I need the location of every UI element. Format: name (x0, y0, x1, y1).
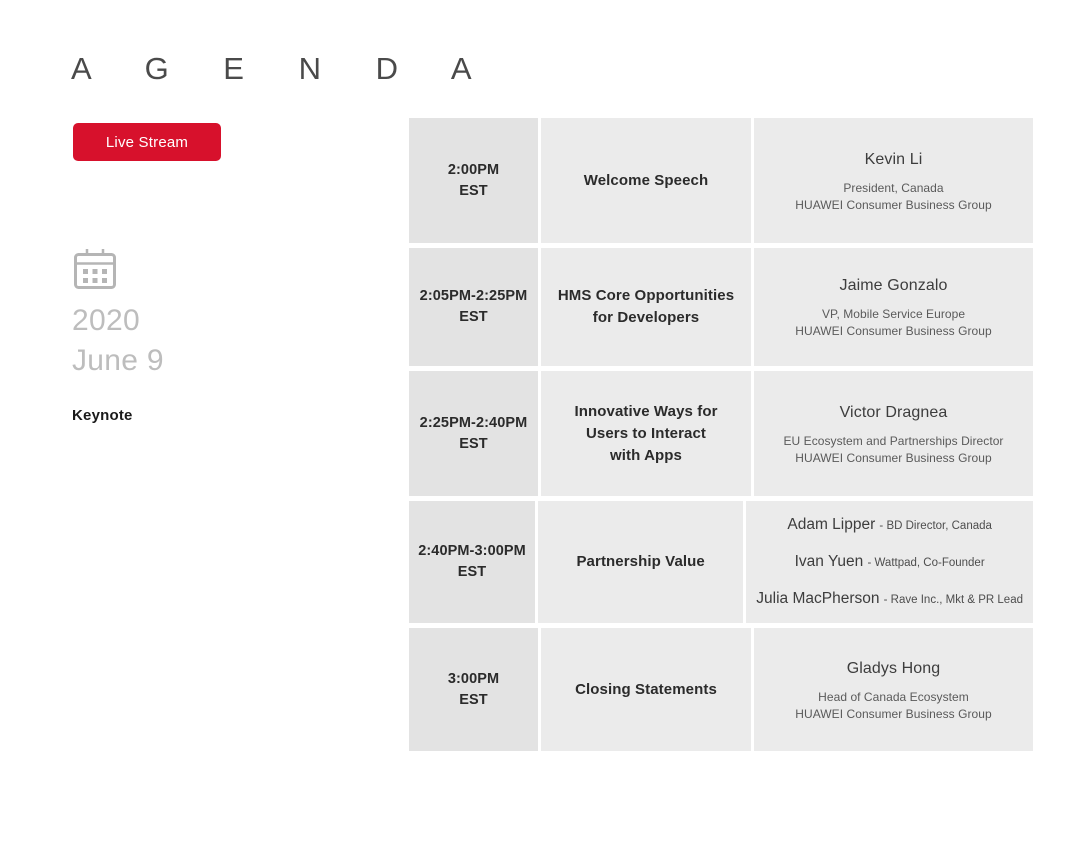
topic-line-1: Innovative Ways for (574, 402, 718, 420)
agenda-time-cell: 2:25PM-2:40PM EST (409, 371, 538, 496)
speaker-title: Head of Canada Ecosystem (818, 689, 969, 704)
table-row: 3:00PM EST Closing Statements Gladys Hon… (409, 628, 1033, 751)
speaker-org: HUAWEI Consumer Business Group (795, 197, 992, 212)
agenda-topic-cell: Partnership Value (538, 501, 744, 623)
agenda-table: 2:00PM EST Welcome Speech Kevin Li Presi… (409, 118, 1033, 751)
calendar-icon (72, 247, 118, 291)
time-line-2: EST (459, 182, 488, 199)
table-row: 2:25PM-2:40PM EST Innovative Ways for Us… (409, 371, 1033, 496)
speaker-org: HUAWEI Consumer Business Group (795, 706, 992, 721)
speaker-role: - Rave Inc., Mkt & PR Lead (883, 593, 1023, 606)
agenda-topic-cell: Welcome Speech (541, 118, 751, 243)
speaker-name: Victor Dragnea (839, 403, 948, 421)
agenda-time-cell: 3:00PM EST (409, 628, 538, 751)
topic-line-1: Partnership Value (576, 553, 705, 570)
panel-speaker-list: Adam Lipper - BD Director, Canada Ivan Y… (756, 515, 1023, 610)
speaker-role: - BD Director, Canada (879, 519, 992, 532)
speaker-name: Ivan Yuen (794, 552, 864, 570)
event-year: 2020 (72, 304, 140, 337)
speaker-org: HUAWEI Consumer Business Group (795, 450, 992, 465)
page-title: A G E N D A (71, 51, 495, 86)
live-stream-button-label: Live Stream (105, 133, 189, 151)
topic-line-1: Welcome Speech (583, 171, 709, 189)
table-row: 2:05PM-2:25PM EST HMS Core Opportunities… (409, 248, 1033, 366)
speaker-name: Adam Lipper (787, 515, 876, 533)
agenda-topic-cell: Closing Statements (541, 628, 751, 751)
agenda-speaker-cell: Adam Lipper - BD Director, Canada Ivan Y… (746, 501, 1033, 623)
agenda-speaker-cell: Victor Dragnea EU Ecosystem and Partners… (754, 371, 1033, 496)
time-line-1: 2:25PM-2:40PM (419, 414, 528, 431)
agenda-speaker-cell: Kevin Li President, Canada HUAWEI Consum… (754, 118, 1033, 243)
speaker-org: HUAWEI Consumer Business Group (795, 324, 992, 338)
topic-line-2: Users to Interact (585, 424, 707, 442)
agenda-speaker-cell: Gladys Hong Head of Canada Ecosystem HUA… (754, 628, 1033, 751)
time-line-2: EST (457, 564, 487, 580)
date-block: 2020 June 9 Keynote (72, 247, 332, 424)
list-item: Adam Lipper - BD Director, Canada (756, 515, 1023, 536)
agenda-time-cell: 2:40PM-3:00PM EST (409, 501, 536, 623)
speaker-name: Julia MacPherson (756, 589, 880, 607)
topic-line-1: HMS Core Opportunities (557, 287, 735, 304)
agenda-topic-cell: Innovative Ways for Users to Interact wi… (541, 371, 751, 496)
list-item: Julia MacPherson - Rave Inc., Mkt & PR L… (756, 589, 1023, 610)
speaker-name: Gladys Hong (846, 659, 941, 677)
speaker-name: Jaime Gonzalo (839, 277, 948, 294)
speaker-name: Kevin Li (864, 150, 923, 168)
speaker-title: President, Canada (843, 180, 944, 195)
agenda-speaker-cell: Jaime Gonzalo VP, Mobile Service Europe … (754, 248, 1033, 366)
session-label: Keynote (72, 407, 133, 424)
topic-line-1: Closing Statements (575, 680, 717, 698)
event-day: June 9 (72, 344, 164, 377)
time-line-2: EST (459, 435, 488, 452)
topic-line-3: with Apps (609, 446, 682, 464)
agenda-page: A G E N D A Live Stream 2020 June 9 Keyn… (0, 0, 1073, 846)
speaker-title: EU Ecosystem and Partnerships Director (783, 433, 1004, 448)
table-row: 2:00PM EST Welcome Speech Kevin Li Presi… (409, 118, 1033, 243)
agenda-topic-cell: HMS Core Opportunities for Developers (541, 248, 751, 366)
list-item: Ivan Yuen - Wattpad, Co-Founder (756, 552, 1023, 573)
time-line-1: 2:05PM-2:25PM (419, 288, 528, 304)
time-line-2: EST (459, 309, 488, 325)
time-line-2: EST (459, 691, 488, 708)
live-stream-button[interactable]: Live Stream (73, 123, 221, 161)
speaker-role: - Wattpad, Co-Founder (867, 556, 985, 569)
time-line-1: 2:40PM-3:00PM (418, 543, 526, 559)
topic-line-2: for Developers (592, 309, 700, 326)
time-line-1: 3:00PM (447, 670, 500, 687)
speaker-title: VP, Mobile Service Europe (821, 307, 966, 321)
agenda-time-cell: 2:00PM EST (409, 118, 538, 243)
table-row: 2:40PM-3:00PM EST Partnership Value Adam… (409, 501, 1033, 623)
time-line-1: 2:00PM (447, 161, 500, 178)
agenda-time-cell: 2:05PM-2:25PM EST (409, 248, 538, 366)
